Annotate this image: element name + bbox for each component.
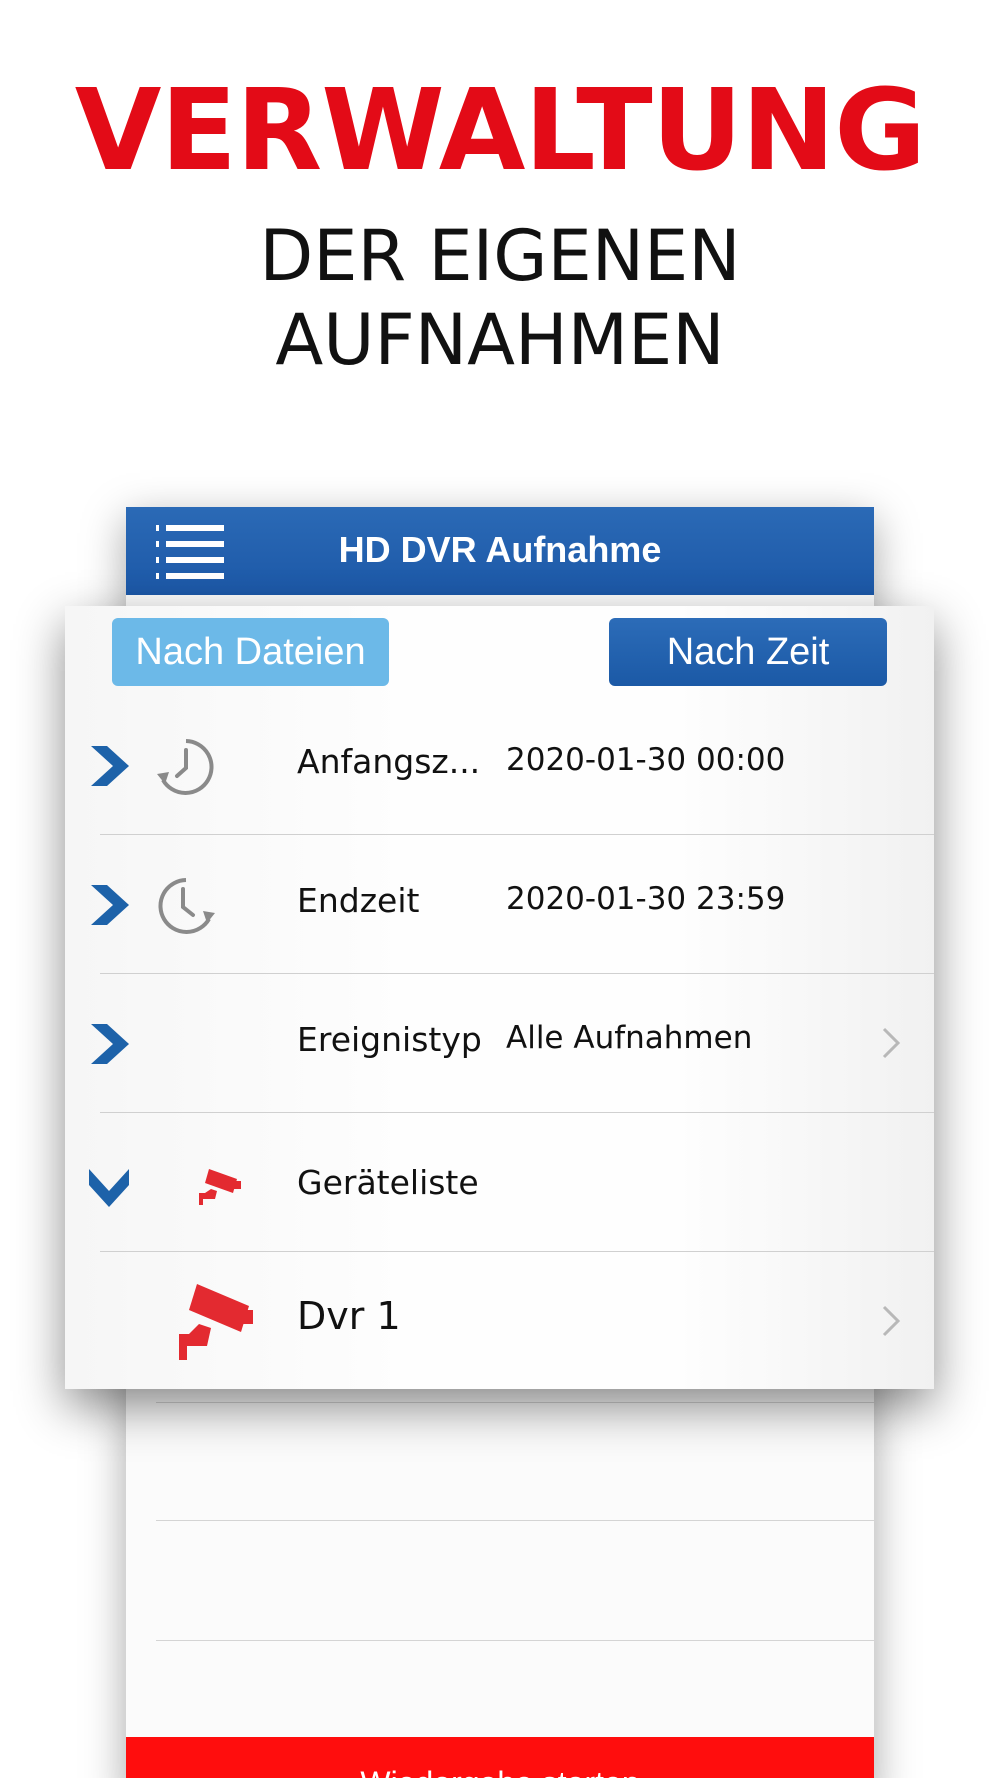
start-playback-label: Wiedergabe starten — [126, 1765, 874, 1778]
divider — [156, 1402, 874, 1403]
tab-by-files[interactable]: Nach Dateien — [112, 618, 389, 686]
disclosure-arrow-icon — [882, 1305, 901, 1337]
app-title: HD DVR Aufnahme — [338, 529, 662, 570]
disclosure-arrow-icon — [882, 1027, 901, 1059]
device-name: Dvr 1 — [297, 1294, 401, 1338]
event-type-row[interactable]: Ereignistyp Alle Aufnahmen — [65, 974, 934, 1113]
row-label: Geräteliste — [297, 1163, 479, 1202]
chevron-right-icon — [91, 746, 129, 786]
divider — [156, 1520, 874, 1521]
search-card: Nach Dateien Nach Zeit Anfangsz... 2020-… — [65, 606, 934, 1389]
app-header: HD DVR Aufnahme — [126, 507, 874, 595]
chevron-down-icon — [89, 1169, 129, 1207]
row-label: Endzeit — [297, 881, 420, 920]
end-time-row[interactable]: Endzeit 2020-01-30 23:59 — [65, 835, 934, 974]
clock-forward-icon — [158, 878, 215, 934]
subline-2: AUFNAHMEN — [275, 299, 725, 381]
row-value: 2020-01-30 23:59 — [506, 881, 786, 917]
chevron-right-icon — [91, 1024, 129, 1064]
row-value: Alle Aufnahmen — [506, 1020, 753, 1056]
device-row-dvr-1[interactable]: Dvr 1 — [65, 1252, 934, 1389]
row-value: 2020-01-30 00:00 — [506, 742, 786, 778]
camera-icon — [179, 1284, 253, 1360]
tab-by-time[interactable]: Nach Zeit — [609, 618, 887, 686]
camera-icon — [199, 1169, 241, 1205]
device-list-row[interactable]: Geräteliste — [65, 1113, 934, 1252]
row-label: Anfangsz... — [297, 742, 481, 781]
start-time-row[interactable]: Anfangsz... 2020-01-30 00:00 — [65, 696, 934, 835]
chevron-right-icon — [91, 885, 129, 925]
subline-1: DER EIGENEN — [259, 215, 741, 297]
divider — [156, 1640, 874, 1641]
headline: VERWALTUNG — [74, 66, 926, 196]
row-label: Ereignistyp — [297, 1020, 482, 1059]
clock-rewind-icon — [157, 739, 214, 795]
